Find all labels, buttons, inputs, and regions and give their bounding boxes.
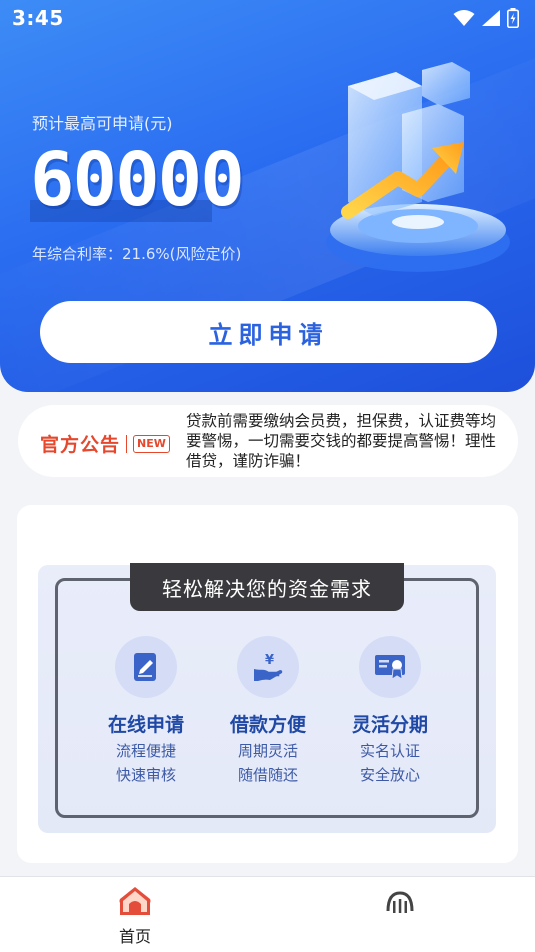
feature-title: 借款方便 [229,714,306,736]
feature-line: 流程便捷 [115,742,176,760]
max-amount-label: 预计最高可申请(元) [32,114,173,133]
yen-hand-icon: ¥ [237,636,299,698]
battery-icon [507,8,519,28]
svg-text:¥: ¥ [265,653,274,668]
nav-item-home[interactable]: 首页 [95,885,175,947]
nav-item-profile[interactable] [360,885,440,923]
notice-logo: 官方公告 NEW [40,430,170,457]
feature-line: 实名认证 [359,742,420,760]
certificate-icon [359,636,421,698]
official-notice-bar[interactable]: 官方公告 NEW 贷款前需要缴纳会员费，担保费，认证费等均要警惕，一切需要交钱的… [18,405,518,477]
feature-easy-borrow: ¥ 借款方便 周期灵活 随借随还 [203,636,333,785]
max-amount-value: 60000 [30,137,245,223]
feature-line: 安全放心 [359,766,420,784]
document-edit-icon [115,636,177,698]
feature-line: 随借随还 [237,766,298,784]
annual-rate-text: 年综合利率：21.6%(风险定价) [32,245,242,263]
notice-logo-divider [126,434,128,453]
wifi-icon [453,10,475,26]
bottom-navigation: 首页 [0,876,535,952]
feature-title: 在线申请 [107,714,184,736]
home-icon [119,887,151,915]
status-icons [453,8,519,28]
feature-title: 灵活分期 [351,714,428,736]
status-bar: 3:45 [0,0,535,36]
feature-online-apply: 在线申请 流程便捷 快速审核 [81,636,211,785]
status-time: 3:45 [12,6,64,30]
new-badge: NEW [133,434,170,453]
hero-banner: 3:45 预计最高可申请(元) 60000 年综合利率：21.6%(风险定价) [0,0,535,392]
feature-line: 周期灵活 [237,742,298,760]
feature-flexible-installment: 灵活分期 实名认证 安全放心 [325,636,455,785]
signal-icon [482,10,500,26]
feature-line: 快速审核 [115,766,176,784]
notice-logo-text: 官方公告 [40,434,121,456]
profile-icon [386,891,414,913]
growth-cubes-illustration [326,62,510,272]
notice-text: 贷款前需要缴纳会员费，担保费，认证费等均要警惕，一切需要交钱的都要提高警惕！理性… [186,412,497,470]
apply-now-button[interactable]: 立即申请 [40,301,497,363]
features-title: 轻松解决您的资金需求 [130,563,404,611]
nav-label-home: 首页 [118,927,151,946]
